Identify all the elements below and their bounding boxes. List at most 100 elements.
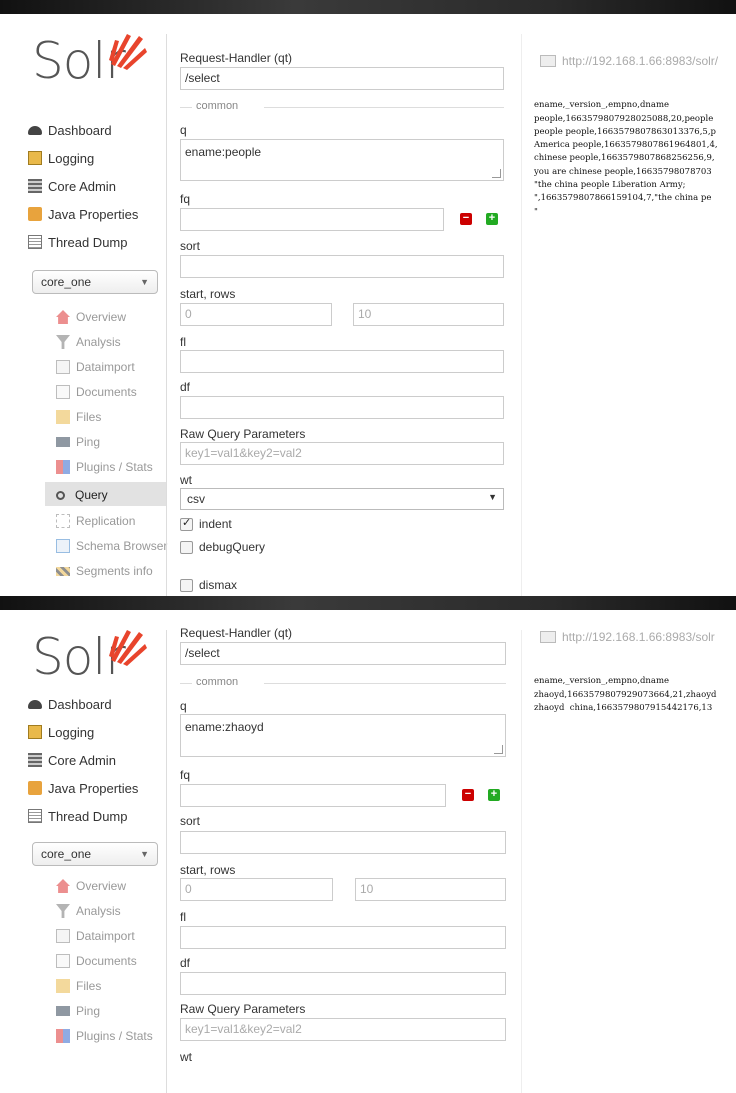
core-menu-documents[interactable]: Documents [56, 382, 137, 402]
nav-core-admin[interactable]: Core Admin [28, 176, 116, 196]
solr-flame-icon [109, 630, 147, 666]
raw-params-input[interactable]: key1=val1&key2=val2 [180, 1018, 506, 1041]
logging-icon [28, 151, 42, 165]
start-input[interactable]: 0 [180, 878, 333, 901]
sort-label: sort [180, 814, 201, 828]
remove-fq-icon[interactable]: − [462, 789, 474, 801]
nav-thread-dump[interactable]: Thread Dump [28, 232, 127, 252]
start-input[interactable]: 0 [180, 303, 332, 326]
core-menu-plugins-stats[interactable]: Plugins / Stats [56, 457, 153, 477]
handler-input[interactable]: /select [180, 67, 504, 90]
url-icon [540, 631, 556, 643]
core-menu-ping[interactable]: Ping [56, 1001, 100, 1021]
fq-input[interactable] [180, 784, 446, 807]
fl-label: fl [180, 910, 186, 924]
raw-params-input[interactable]: key1=val1&key2=val2 [180, 442, 504, 465]
indent-checkbox[interactable]: indent [180, 516, 232, 531]
analysis-icon [56, 904, 70, 918]
sort-input[interactable] [180, 255, 504, 278]
raw-params-label: Raw Query Parameters [180, 1002, 306, 1016]
fl-input[interactable] [180, 350, 504, 373]
wt-label: wt [180, 473, 192, 487]
request-url[interactable]: http://192.168.1.66:8983/solr [540, 630, 715, 644]
df-input[interactable] [180, 972, 506, 995]
df-label: df [180, 956, 191, 970]
core-menu-plugins-stats[interactable]: Plugins / Stats [56, 1026, 153, 1046]
core-admin-icon [28, 753, 42, 767]
df-input[interactable] [180, 396, 504, 419]
plugins-icon [56, 1029, 70, 1043]
core-menu-files[interactable]: Files [56, 976, 101, 996]
nav-dashboard[interactable]: Dashboard [28, 694, 112, 714]
core-menu-ping[interactable]: Ping [56, 432, 100, 452]
sort-input[interactable] [180, 831, 506, 854]
remove-fq-icon[interactable]: − [460, 213, 472, 225]
resize-grip-icon[interactable] [492, 169, 501, 178]
chevron-down-icon: ▼ [488, 492, 497, 502]
handler-input[interactable]: /select [180, 642, 506, 665]
nav-dashboard[interactable]: Dashboard [28, 120, 112, 140]
logging-icon [28, 725, 42, 739]
add-fq-icon[interactable]: + [488, 789, 500, 801]
solr-admin-panel-1: Solr Dashboard Logging Core Admin Java P… [0, 14, 736, 596]
checkbox-icon[interactable] [180, 578, 193, 592]
core-menu-dataimport[interactable]: Dataimport [56, 357, 135, 377]
documents-icon [56, 954, 70, 968]
core-menu-schema-browser[interactable]: Schema Browser [56, 536, 167, 556]
url-icon [540, 55, 556, 67]
java-icon [28, 207, 42, 221]
nav-core-admin[interactable]: Core Admin [28, 750, 116, 770]
core-selector[interactable]: core_one ▼ [32, 270, 158, 294]
core-menu-replication[interactable]: Replication [56, 511, 135, 531]
core-menu-analysis[interactable]: Analysis [56, 332, 121, 352]
java-icon [28, 781, 42, 795]
start-rows-label: start, rows [180, 863, 236, 877]
core-menu-dataimport[interactable]: Dataimport [56, 926, 135, 946]
sidebar-divider [166, 630, 167, 1093]
overview-icon [56, 310, 70, 324]
checkbox-checked-icon[interactable] [180, 516, 193, 531]
thread-dump-icon [28, 235, 42, 249]
fl-input[interactable] [180, 926, 506, 949]
request-url[interactable]: http://192.168.1.66:8983/solr/ [540, 54, 718, 68]
fq-label: fq [180, 768, 191, 782]
q-textarea[interactable]: ename:people [180, 139, 504, 181]
fq-input[interactable] [180, 208, 444, 231]
plugins-icon [56, 460, 70, 474]
checkbox-icon[interactable] [180, 540, 193, 554]
dismax-checkbox[interactable]: dismax [180, 578, 237, 592]
analysis-icon [56, 335, 70, 349]
core-menu-analysis[interactable]: Analysis [56, 901, 121, 921]
query-icon [56, 490, 65, 500]
rows-input[interactable]: 10 [353, 303, 504, 326]
df-label: df [180, 380, 191, 394]
handler-label: Request-Handler (qt) [180, 51, 293, 65]
nav-java-properties[interactable]: Java Properties [28, 204, 138, 224]
top-dark-bar [0, 0, 736, 14]
q-textarea[interactable]: ename:zhaoyd [180, 714, 506, 757]
thread-dump-icon [28, 809, 42, 823]
nav-logging[interactable]: Logging [28, 722, 94, 742]
resize-grip-icon[interactable] [494, 745, 503, 754]
core-admin-icon [28, 179, 42, 193]
overview-icon [56, 879, 70, 893]
core-menu-files[interactable]: Files [56, 407, 101, 427]
add-fq-icon[interactable]: + [486, 213, 498, 225]
handler-label: Request-Handler (qt) [180, 626, 293, 640]
rows-input[interactable]: 10 [355, 878, 506, 901]
debugquery-checkbox[interactable]: debugQuery [180, 540, 265, 554]
core-menu-query[interactable]: Query [56, 485, 108, 505]
nav-logging[interactable]: Logging [28, 148, 94, 168]
core-menu-documents[interactable]: Documents [56, 951, 137, 971]
dataimport-icon [56, 360, 70, 374]
core-menu-overview[interactable]: Overview [56, 876, 126, 896]
core-selector[interactable]: core_one ▼ [32, 842, 158, 866]
dashboard-icon [28, 699, 42, 709]
wt-select[interactable]: csv ▼ [180, 488, 504, 510]
middle-dark-bar [0, 596, 736, 610]
core-menu-segments-info[interactable]: Segments info [56, 561, 153, 581]
nav-thread-dump[interactable]: Thread Dump [28, 806, 127, 826]
dashboard-icon [28, 125, 42, 135]
nav-java-properties[interactable]: Java Properties [28, 778, 138, 798]
core-menu-overview[interactable]: Overview [56, 307, 126, 327]
